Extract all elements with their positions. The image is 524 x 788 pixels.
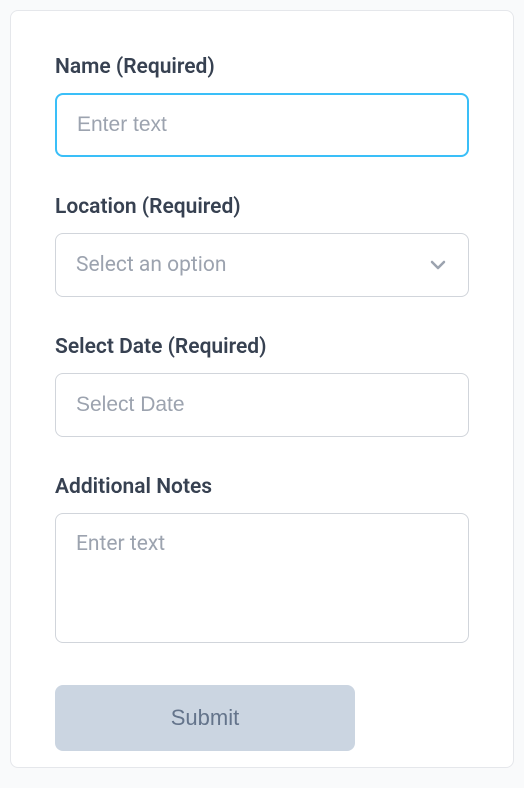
date-group: Select Date (Required) <box>55 335 469 437</box>
notes-textarea[interactable] <box>55 513 469 643</box>
name-input[interactable] <box>55 93 469 157</box>
notes-group: Additional Notes <box>55 475 469 647</box>
name-label: Name (Required) <box>55 55 469 79</box>
submit-button[interactable]: Submit <box>55 685 355 751</box>
date-label: Select Date (Required) <box>55 335 469 359</box>
notes-label: Additional Notes <box>55 475 469 499</box>
form-card: Name (Required) Location (Required) Sele… <box>10 10 514 768</box>
date-input[interactable] <box>55 373 469 437</box>
location-group: Location (Required) Select an option <box>55 195 469 297</box>
location-select[interactable]: Select an option <box>55 233 469 297</box>
name-group: Name (Required) <box>55 55 469 157</box>
chevron-down-icon <box>428 255 448 275</box>
location-label: Location (Required) <box>55 195 469 219</box>
location-placeholder: Select an option <box>76 253 428 277</box>
